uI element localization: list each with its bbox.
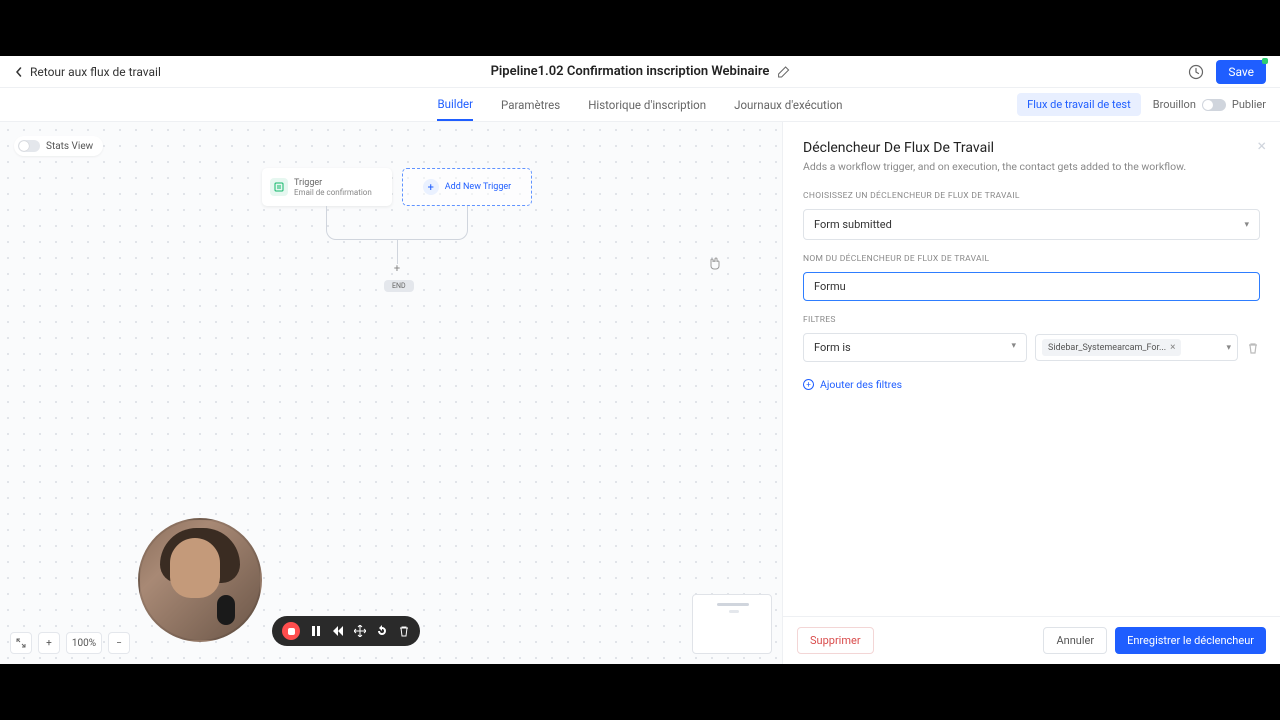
tab-params[interactable]: Paramètres — [501, 90, 560, 120]
trigger-node[interactable]: Trigger Email de confirmation — [262, 168, 392, 206]
page-title: Pipeline1.02 Confirmation inscription We… — [491, 64, 770, 79]
back-link[interactable]: Retour aux flux de travail — [14, 65, 161, 79]
fullscreen-button[interactable] — [10, 632, 32, 654]
filter-field-value: Form is — [814, 341, 851, 354]
webcam-overlay — [138, 518, 262, 642]
move-icon[interactable] — [354, 625, 366, 637]
draft-label: Brouillon — [1153, 98, 1196, 111]
panel-title: Déclencheur De Flux De Travail — [803, 140, 1260, 156]
trigger-type-select[interactable]: Form submitted ▾ — [803, 209, 1260, 240]
tab-logs[interactable]: Journaux d'exécution — [734, 90, 842, 120]
filter-chip: Sidebar_Systemearcam_For... × — [1042, 339, 1181, 356]
add-trigger-button[interactable]: + Add New Trigger — [402, 168, 532, 206]
chevron-left-icon — [14, 67, 24, 77]
back-label: Retour aux flux de travail — [30, 65, 161, 79]
canvas[interactable]: Stats View Trigger Email de confirmation… — [0, 122, 782, 664]
restart-icon[interactable] — [376, 625, 388, 637]
save-button[interactable]: Save — [1216, 60, 1266, 84]
end-node: END — [384, 280, 414, 292]
expand-icon — [16, 638, 26, 648]
webcam-video — [138, 518, 262, 642]
zoom-level: 100% — [66, 632, 102, 654]
trigger-name-input[interactable] — [803, 272, 1260, 301]
stop-record-button[interactable] — [282, 622, 300, 640]
flow-connector — [326, 206, 468, 240]
trigger-title: Trigger — [294, 178, 372, 188]
choose-trigger-label: CHOISISSEZ UN DÉCLENCHEUR DE FLUX DE TRA… — [803, 191, 1260, 201]
trigger-panel: × Déclencheur De Flux De Travail Adds a … — [782, 122, 1280, 664]
panel-footer: Supprimer Annuler Enregistrer le déclenc… — [783, 616, 1280, 664]
stats-view-toggle[interactable]: Stats View — [14, 136, 103, 156]
tab-history[interactable]: Historique d'inscription — [588, 90, 706, 120]
plus-icon: + — [423, 179, 439, 195]
chevron-down-icon: ▾ — [1011, 341, 1016, 354]
pause-icon[interactable] — [310, 625, 322, 637]
chevron-down-icon: ▾ — [1226, 343, 1231, 353]
plus-circle-icon: + — [803, 379, 814, 390]
form-icon — [270, 178, 288, 196]
trigger-type-value: Form submitted — [814, 218, 892, 231]
filter-row: Form is ▾ Sidebar_Systemearcam_For... × … — [803, 333, 1260, 362]
rewind-icon[interactable] — [332, 625, 344, 637]
chip-remove-icon[interactable]: × — [1170, 342, 1175, 353]
zoom-out-button[interactable]: − — [108, 632, 130, 654]
delete-filter-icon[interactable] — [1246, 341, 1260, 355]
toggle-icon — [18, 140, 40, 152]
minimap[interactable] — [692, 594, 772, 654]
edit-icon[interactable] — [777, 66, 789, 78]
trigger-subtitle: Email de confirmation — [294, 188, 372, 197]
filter-chip-label: Sidebar_Systemearcam_For... — [1048, 343, 1166, 353]
stats-label: Stats View — [46, 141, 93, 152]
add-filter-button[interactable]: + Ajouter des filtres — [803, 378, 1260, 391]
panel-description: Adds a workflow trigger, and on executio… — [803, 160, 1260, 173]
add-trigger-label: Add New Trigger — [445, 182, 511, 192]
app-header: Retour aux flux de travail Pipeline1.02 … — [0, 56, 1280, 88]
publish-label: Publier — [1232, 98, 1266, 111]
zoom-controls: + 100% − — [10, 632, 130, 654]
cancel-button[interactable]: Annuler — [1043, 627, 1107, 654]
save-trigger-button[interactable]: Enregistrer le déclencheur — [1115, 627, 1266, 654]
chevron-down-icon: ▾ — [1244, 220, 1249, 230]
tab-builder[interactable]: Builder — [437, 89, 473, 121]
test-workflow-button[interactable]: Flux de travail de test — [1017, 93, 1141, 116]
delete-button[interactable]: Supprimer — [797, 627, 874, 654]
filter-field-select[interactable]: Form is ▾ — [803, 333, 1027, 362]
trigger-name-label: NOM DU DÉCLENCHEUR DE FLUX DE TRAVAIL — [803, 254, 1260, 264]
tabs-bar: Builder Paramètres Historique d'inscript… — [0, 88, 1280, 122]
filters-label: FILTRES — [803, 315, 1260, 325]
publish-toggle[interactable] — [1202, 99, 1226, 111]
grab-cursor-icon — [708, 256, 722, 270]
zoom-in-button[interactable]: + — [38, 632, 60, 654]
add-filter-label: Ajouter des filtres — [820, 378, 902, 391]
trash-icon[interactable] — [398, 625, 410, 637]
filter-value-select[interactable]: Sidebar_Systemearcam_For... × ▾ — [1035, 334, 1238, 361]
history-icon[interactable] — [1188, 64, 1204, 80]
flow-stem — [397, 240, 398, 264]
close-icon[interactable]: × — [1257, 136, 1266, 155]
add-step-button[interactable]: + — [391, 262, 403, 274]
recording-toolbar — [272, 616, 420, 646]
